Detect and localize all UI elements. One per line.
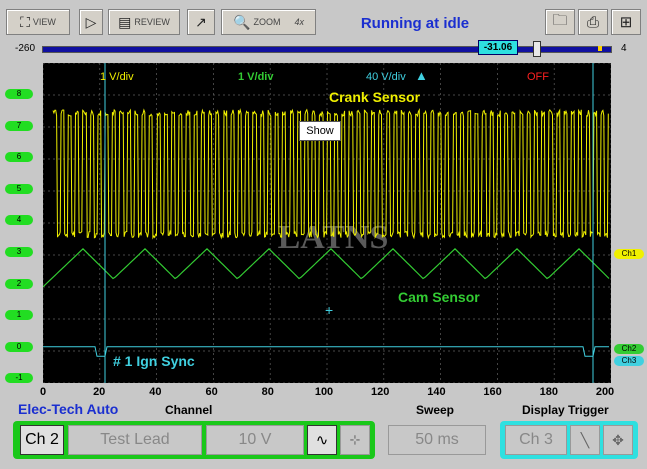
ch1-tag[interactable]: Ch1 bbox=[614, 249, 644, 259]
ch2-scale: 1 V/div bbox=[238, 71, 273, 83]
scroll-marker bbox=[598, 46, 602, 51]
channel-group-label: Channel bbox=[165, 403, 212, 417]
view-icon: ⛶ bbox=[20, 15, 30, 29]
measure-button[interactable]: ↗ bbox=[187, 9, 215, 35]
time-axis-tick: 160 bbox=[483, 386, 501, 398]
voltage-scale-label: 8 bbox=[5, 89, 33, 99]
time-axis-tick: 60 bbox=[205, 386, 217, 398]
print-button[interactable]: ⎙ bbox=[578, 9, 608, 35]
cursor-measure-icon: ↗ bbox=[195, 15, 207, 29]
ch3-tag[interactable]: Ch3 bbox=[614, 356, 644, 366]
coupling-button[interactable]: ∿ bbox=[307, 425, 337, 455]
time-axis-tick: 20 bbox=[93, 386, 105, 398]
play-icon: ▷ bbox=[86, 15, 97, 29]
open-folder-button[interactable]: 🗀 bbox=[545, 9, 575, 35]
folder-icon: 🗀 bbox=[552, 10, 567, 35]
review-label: REVIEW bbox=[134, 17, 170, 27]
scroll-cursor-readout: -31.06 bbox=[478, 40, 518, 55]
voltage-scale-label: -1 bbox=[5, 373, 33, 383]
time-axis-tick: 200 bbox=[596, 386, 614, 398]
voltage-scale-label: 7 bbox=[5, 121, 33, 131]
play-button[interactable]: ▷ bbox=[79, 9, 103, 35]
trigger-channel-button[interactable]: Ch 3 bbox=[505, 425, 567, 455]
toolbox-button[interactable]: ⊞ bbox=[611, 9, 641, 35]
scroll-max-label: 4 bbox=[621, 43, 627, 54]
sweep-button[interactable]: 50 ms bbox=[388, 425, 486, 455]
magnifier-icon: 🔍 bbox=[233, 15, 250, 29]
view-label: VIEW bbox=[33, 17, 56, 27]
zoom-label: ZOOM bbox=[253, 17, 280, 27]
ch4-off-label: OFF bbox=[527, 71, 549, 83]
time-axis-tick: 120 bbox=[371, 386, 389, 398]
time-axis-tick: 140 bbox=[427, 386, 445, 398]
cam-sensor-label: Cam Sensor bbox=[398, 289, 480, 305]
cursor-crosshair: + bbox=[325, 302, 333, 318]
zoom-level: 4x bbox=[294, 17, 304, 27]
trigger-position-button[interactable]: ✥ bbox=[603, 425, 633, 455]
ac-coupling-icon: ∿ bbox=[316, 431, 329, 449]
time-axis-tick: 40 bbox=[149, 386, 161, 398]
crank-sensor-label: Crank Sensor bbox=[329, 89, 420, 105]
probe-icon: ⊹ bbox=[350, 432, 361, 448]
toolbox-icon: ⊞ bbox=[620, 13, 633, 31]
time-axis-tick: 0 bbox=[40, 386, 46, 398]
move-icon: ✥ bbox=[612, 432, 624, 449]
voltage-scale-label: 6 bbox=[5, 152, 33, 162]
sweep-group-label: Sweep bbox=[416, 403, 454, 417]
voltage-scale-label: 0 bbox=[5, 342, 33, 352]
time-axis-tick: 100 bbox=[315, 386, 333, 398]
voltage-scale-label: 5 bbox=[5, 184, 33, 194]
ch3-scale: 40 V/div bbox=[366, 71, 406, 83]
view-button[interactable]: ⛶ VIEW bbox=[6, 9, 70, 35]
status-title: Running at idle bbox=[340, 15, 490, 32]
time-axis-tick: 180 bbox=[540, 386, 558, 398]
printer-icon: ⎙ bbox=[587, 14, 599, 31]
ch2-tag[interactable]: Ch2 bbox=[614, 344, 644, 354]
review-button[interactable]: ▤ REVIEW bbox=[108, 9, 180, 35]
channel-select-button[interactable]: Ch 2 bbox=[20, 425, 64, 455]
zoom-button[interactable]: 🔍 ZOOM 4x bbox=[221, 9, 316, 35]
falling-slope-icon: ╲ bbox=[581, 432, 589, 449]
time-axis-tick: 80 bbox=[262, 386, 274, 398]
scroll-min-label: -260 bbox=[15, 43, 35, 54]
oscilloscope-screen[interactable]: LATNS + 1 V/div 1 V/div 40 V/div ▲ OFF C… bbox=[43, 63, 611, 383]
voltage-scale-label: 1 bbox=[5, 310, 33, 320]
time-scrollbar[interactable] bbox=[42, 46, 612, 53]
voltage-scale-label: 3 bbox=[5, 247, 33, 257]
voltage-scale-label: 2 bbox=[5, 279, 33, 289]
ch1-scale: 1 V/div bbox=[100, 71, 134, 83]
lead-type-button[interactable]: Test Lead bbox=[68, 425, 202, 455]
brand-label: Elec-Tech Auto bbox=[18, 401, 118, 417]
show-tooltip-button[interactable]: Show bbox=[299, 121, 341, 141]
probe-settings-button[interactable]: ⊹ bbox=[340, 425, 370, 455]
voltage-range-button[interactable]: 10 V bbox=[206, 425, 304, 455]
scroll-thumb[interactable] bbox=[533, 41, 541, 57]
trigger-slope-button[interactable]: ╲ bbox=[570, 425, 600, 455]
voltage-scale-label: 4 bbox=[5, 215, 33, 225]
ign-sync-label: # 1 Ign Sync bbox=[113, 353, 195, 369]
ch3-trigger-icon: ▲ bbox=[415, 68, 428, 83]
film-strip-icon: ▤ bbox=[118, 15, 131, 29]
trigger-group-label: Display Trigger bbox=[522, 403, 609, 417]
